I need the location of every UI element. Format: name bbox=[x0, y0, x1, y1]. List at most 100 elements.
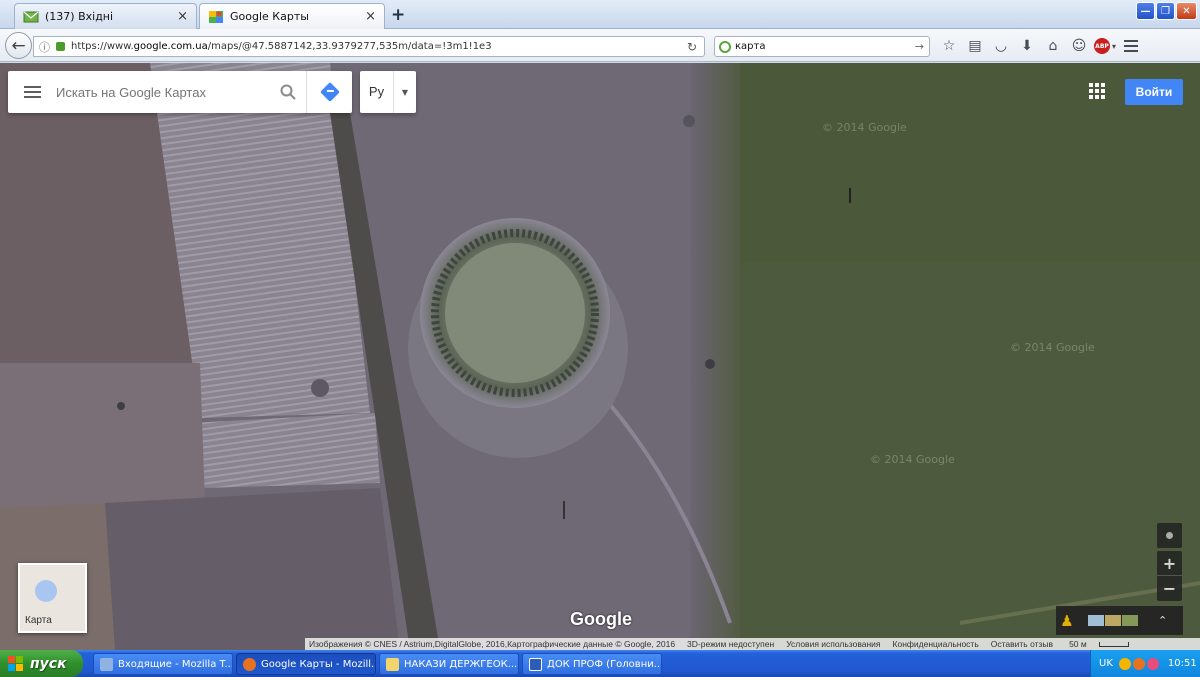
pegman-icon[interactable]: ♟ bbox=[1056, 606, 1078, 635]
url-text[interactable]: https://www.google.com.ua/maps/@47.58871… bbox=[71, 41, 680, 52]
task-label: Входящие - Mozilla T... bbox=[118, 658, 233, 670]
new-tab-button[interactable]: + bbox=[391, 5, 405, 25]
thunderbird-icon bbox=[100, 657, 113, 671]
directions-button[interactable] bbox=[306, 71, 352, 113]
satellite-imagery bbox=[0, 63, 1200, 650]
tab-close-icon[interactable]: × bbox=[365, 9, 376, 24]
my-location-button[interactable] bbox=[1157, 523, 1182, 548]
tray-icons bbox=[1118, 657, 1159, 670]
chat-icon[interactable]: ☺ bbox=[1066, 36, 1092, 56]
google-maps-icon bbox=[209, 10, 223, 23]
restore-icon[interactable]: ❐ bbox=[1156, 2, 1175, 20]
word-icon bbox=[529, 657, 542, 671]
map-type-toggle[interactable]: Карта bbox=[18, 563, 87, 633]
zoom-control: + − bbox=[1157, 551, 1182, 601]
navigation-toolbar: ← ⓘ https://www.google.com.ua/maps/@47.5… bbox=[0, 29, 1200, 62]
chevron-down-icon: ▼ bbox=[401, 87, 409, 97]
clock[interactable]: 10:51 bbox=[1168, 658, 1197, 669]
search-engine-icon bbox=[719, 40, 731, 53]
thumbnail-sky[interactable] bbox=[1088, 615, 1104, 626]
browser-search-text: карта bbox=[735, 41, 766, 52]
language-label: Ру bbox=[360, 71, 394, 113]
start-button[interactable]: пуск bbox=[0, 650, 83, 677]
imagery-panel: ♟ ⌃ bbox=[1056, 606, 1183, 635]
firefox-icon bbox=[243, 657, 256, 671]
expand-up-icon[interactable]: ⌃ bbox=[1158, 614, 1167, 627]
terms-link[interactable]: Условия использования bbox=[786, 639, 880, 649]
reading-list-icon[interactable]: ▤ bbox=[962, 36, 988, 56]
reload-icon[interactable]: ↻ bbox=[687, 40, 697, 54]
system-tray: UK 10:51 bbox=[1090, 650, 1200, 677]
tray-heart-icon[interactable] bbox=[1146, 657, 1159, 670]
imagery-watermark: © 2014 Google bbox=[870, 453, 955, 466]
address-bar[interactable]: ⓘ https://www.google.com.ua/maps/@47.588… bbox=[33, 36, 705, 57]
google-logo: Google bbox=[570, 609, 632, 629]
tab-google-maps[interactable]: Google Карты × bbox=[199, 3, 385, 29]
site-info-icon[interactable]: ⓘ bbox=[39, 39, 50, 55]
location-icon bbox=[1166, 532, 1173, 539]
browser-search-box[interactable]: карта → bbox=[714, 36, 930, 57]
browser-tab-strip: (137) Вхідні × Google Карты × + — ❐ ✕ bbox=[0, 0, 1200, 29]
lock-icon bbox=[56, 42, 65, 51]
map-type-label: Карта bbox=[25, 615, 52, 626]
folder-icon bbox=[386, 657, 399, 671]
url-host: google.com.ua bbox=[133, 41, 208, 52]
hamburger-icon bbox=[23, 86, 41, 98]
url-prefix: https://www. bbox=[71, 41, 134, 52]
directions-icon bbox=[319, 82, 340, 102]
zoom-in-button[interactable]: + bbox=[1157, 551, 1182, 576]
tray-app-icon[interactable] bbox=[1118, 657, 1131, 670]
apps-grid-icon[interactable] bbox=[1089, 83, 1105, 99]
close-window-icon[interactable]: ✕ bbox=[1176, 2, 1197, 20]
thumbnail-terrain[interactable] bbox=[1105, 615, 1121, 626]
feedback-link[interactable]: Оставить отзыв bbox=[991, 639, 1053, 649]
language-selector[interactable]: Ру ▼ bbox=[360, 71, 416, 113]
keyboard-language[interactable]: UK bbox=[1099, 658, 1113, 669]
back-arrow-icon: ← bbox=[11, 35, 26, 56]
scale-text: 50 м bbox=[1069, 639, 1087, 649]
scale-label: 50 м bbox=[1065, 639, 1137, 649]
thumbnail-earth[interactable] bbox=[1122, 615, 1138, 626]
tab-close-icon[interactable]: × bbox=[177, 9, 188, 24]
maps-search-input[interactable] bbox=[56, 84, 270, 100]
privacy-link[interactable]: Конфиденциальность bbox=[893, 639, 979, 649]
imagery-credit: Изображения © CNES / Astrium,DigitalGlob… bbox=[309, 639, 676, 649]
task-label: НАКАЗИ ДЕРЖГЕОК... bbox=[404, 658, 518, 670]
adblock-icon[interactable]: ABP ▾ bbox=[1092, 36, 1118, 56]
pocket-icon[interactable]: ◡ bbox=[988, 36, 1014, 56]
3d-unavailable-link[interactable]: 3D-режим недоступен bbox=[687, 639, 774, 649]
downloads-icon[interactable]: ⬇ bbox=[1014, 36, 1040, 56]
minimize-icon[interactable]: — bbox=[1136, 2, 1155, 20]
search-icon bbox=[280, 84, 296, 100]
taskbar-item-folder[interactable]: НАКАЗИ ДЕРЖГЕОК... bbox=[379, 653, 519, 675]
sign-in-button[interactable]: Войти bbox=[1125, 79, 1183, 105]
zoom-out-button[interactable]: − bbox=[1157, 576, 1182, 601]
taskbar-item-thunderbird[interactable]: Входящие - Mozilla T... bbox=[93, 653, 233, 675]
taskbar-item-firefox[interactable]: Google Карты - Mozill... bbox=[236, 653, 376, 675]
task-label: ДОК ПРОФ (Головни... bbox=[547, 658, 662, 670]
url-path: /maps/@47.5887142,33.9379277,535m/data=!… bbox=[207, 41, 492, 52]
start-label: пуск bbox=[30, 655, 67, 672]
mail-icon bbox=[23, 11, 39, 22]
tray-firefox-icon[interactable] bbox=[1132, 657, 1145, 670]
bookmark-star-icon[interactable]: ☆ bbox=[936, 36, 962, 56]
satellite-map[interactable]: © 2014 Google © 2014 Google © 2014 Googl… bbox=[0, 63, 1200, 650]
scale-bar bbox=[1098, 642, 1129, 648]
window-controls: — ❐ ✕ bbox=[1136, 2, 1197, 20]
tab-inbox[interactable]: (137) Вхідні × bbox=[14, 3, 197, 29]
home-icon[interactable]: ⌂ bbox=[1040, 36, 1066, 56]
menu-button[interactable] bbox=[8, 71, 56, 113]
imagery-watermark: © 2014 Google bbox=[1010, 341, 1095, 354]
map-preview-blob bbox=[35, 580, 57, 602]
imagery-thumbnails[interactable] bbox=[1088, 615, 1138, 626]
toolbar-icons: ☆ ▤ ◡ ⬇ ⌂ ☺ ABP ▾ bbox=[936, 36, 1144, 56]
maps-search-box bbox=[8, 71, 352, 113]
search-go-icon[interactable]: → bbox=[915, 40, 924, 53]
tab-label: Google Карты bbox=[230, 10, 309, 23]
menu-icon[interactable] bbox=[1118, 36, 1144, 56]
back-button[interactable]: ← bbox=[5, 32, 32, 59]
search-button[interactable] bbox=[270, 71, 306, 113]
task-label: Google Карты - Mozill... bbox=[261, 658, 376, 670]
tab-label: (137) Вхідні bbox=[45, 10, 114, 23]
taskbar-item-word[interactable]: ДОК ПРОФ (Головни... bbox=[522, 653, 662, 675]
